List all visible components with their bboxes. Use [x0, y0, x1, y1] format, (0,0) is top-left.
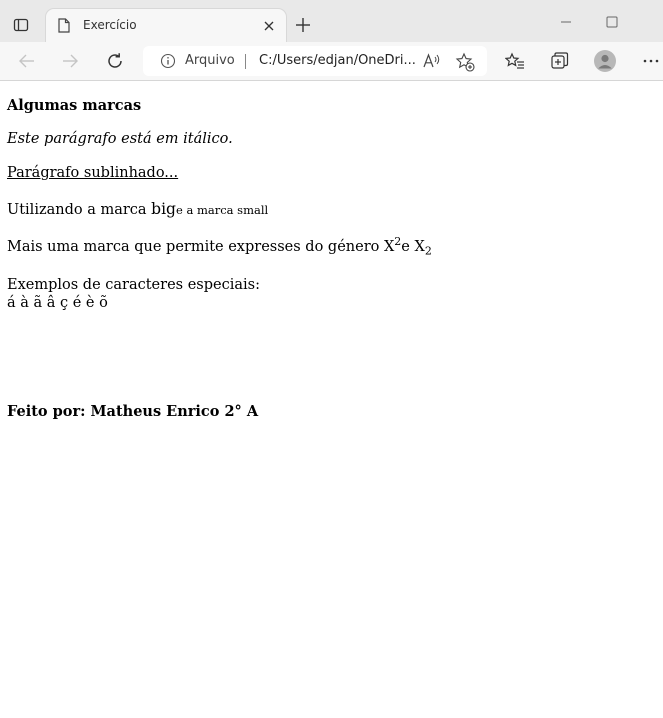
maximize-icon[interactable] — [602, 12, 622, 32]
address-bar[interactable]: Arquivo C:/Users/edjan/OneDri... — [143, 46, 487, 76]
info-icon[interactable] — [160, 53, 176, 69]
underlined-paragraph: Parágrafo sublinhado... — [7, 165, 179, 181]
subscript-text: 2 — [424, 244, 432, 258]
address-protocol-label: Arquivo — [185, 53, 235, 68]
collections-button[interactable] — [549, 50, 571, 72]
add-favorite-button[interactable] — [455, 52, 475, 72]
special-chars-label: Exemplos de caracteres especiais: — [7, 277, 260, 293]
page-heading: Algumas marcas — [7, 97, 142, 114]
sub-sup-paragraph: Mais uma marca que permite expresses do … — [7, 235, 432, 258]
big-small-paragraph: Utilizando a marca bige a marca small — [7, 200, 268, 218]
sub-sup-middle: e X — [401, 238, 425, 255]
read-aloud-button[interactable] — [422, 52, 442, 70]
small-text: e a marca small — [175, 203, 269, 217]
reload-icon — [108, 53, 122, 68]
page-content: Algumas marcas Este parágrafo está em it… — [0, 81, 663, 718]
back-button[interactable] — [16, 50, 38, 72]
title-bar: Exercício — [0, 0, 663, 42]
reload-button[interactable] — [104, 50, 126, 72]
author-credit: Feito por: Matheus Enrico 2° A — [7, 403, 259, 420]
big-text: big — [151, 200, 176, 218]
tab-actions-button[interactable] — [10, 14, 32, 36]
more-button[interactable] — [640, 50, 662, 72]
collections-icon — [551, 52, 569, 69]
tab-title: Exercício — [83, 18, 137, 32]
page-icon — [58, 18, 70, 33]
favorites-icon — [505, 52, 524, 69]
tab-actions-icon — [13, 18, 29, 32]
browser-toolbar: Arquivo C:/Users/edjan/OneDri... — [0, 42, 663, 81]
read-aloud-icon — [423, 53, 440, 68]
profile-icon — [594, 50, 616, 72]
browser-tab[interactable]: Exercício — [46, 9, 286, 42]
plus-icon[interactable] — [294, 16, 312, 34]
address-url[interactable]: C:/Users/edjan/OneDri... — [259, 53, 416, 68]
close-icon[interactable] — [262, 19, 276, 33]
special-chars-list: á à ã â ç é è õ — [7, 295, 108, 311]
more-icon — [643, 59, 659, 63]
big-small-prefix: Utilizando a marca — [7, 202, 152, 218]
favorites-button[interactable] — [504, 50, 526, 72]
profile-button[interactable] — [594, 50, 616, 72]
address-divider — [245, 54, 246, 69]
minimize-icon[interactable] — [556, 12, 576, 32]
forward-button[interactable] — [59, 50, 81, 72]
forward-arrow-icon — [63, 54, 78, 68]
sub-sup-prefix: Mais uma marca que permite expresses do … — [7, 238, 395, 255]
special-chars-paragraph: Exemplos de caracteres especiais: á à ã â… — [7, 276, 260, 312]
add-favorite-icon — [455, 52, 475, 72]
back-arrow-icon — [19, 54, 34, 68]
italic-paragraph: Este parágrafo está em itálico. — [7, 131, 233, 147]
